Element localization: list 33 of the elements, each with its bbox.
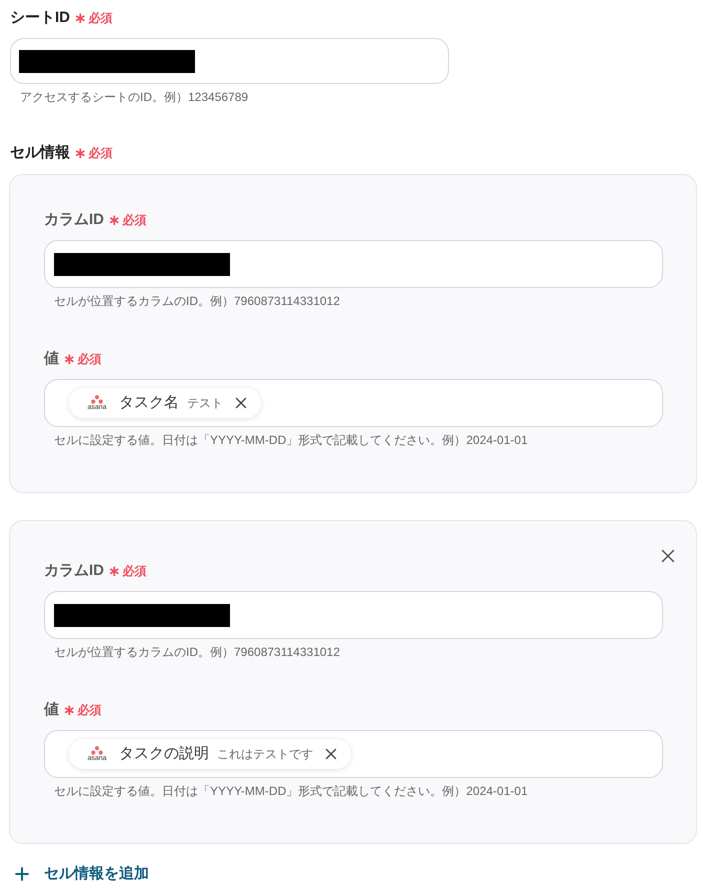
field-label: カラムID xyxy=(44,561,104,581)
required-label: 必須 xyxy=(122,212,147,229)
required-label: 必須 xyxy=(122,563,147,580)
input-field[interactable] xyxy=(44,240,663,288)
help-text: セルが位置するカラムのID。例）7960873114331012 xyxy=(53,293,341,309)
field-label: 値 xyxy=(44,700,59,720)
help-text: セルに設定する値。日付は「YYYY-MM-DD」形式で記載してください。例）2024-01-01 xyxy=(53,432,529,448)
help-text: セルが位置するカラムのID。例）7960873114331012 xyxy=(53,644,341,660)
required-asterisk: ∗ xyxy=(108,210,121,230)
field-label: 値 xyxy=(44,349,59,369)
input-field[interactable] xyxy=(10,38,449,84)
help-text: アクセスするシートのID。例）123456789 xyxy=(19,89,250,105)
required-asterisk: ∗ xyxy=(63,349,76,369)
field-label: カラムID xyxy=(44,210,104,230)
field-label: シートID xyxy=(10,8,70,28)
chip-sample: これはテストです xyxy=(217,746,313,763)
chip-label: タスクの説明 xyxy=(119,744,209,764)
required-asterisk: ∗ xyxy=(74,143,87,163)
required-asterisk: ∗ xyxy=(108,561,121,581)
required-label: 必須 xyxy=(88,10,113,27)
three-dots-icon xyxy=(91,746,103,754)
three-dots-icon xyxy=(91,394,103,404)
chip-label: タスク名 xyxy=(119,392,179,413)
field-label: セル情報 xyxy=(10,143,70,163)
required-asterisk: ∗ xyxy=(74,8,87,28)
required-label: 必須 xyxy=(88,145,113,162)
required-label: 必須 xyxy=(78,351,102,368)
input-field[interactable] xyxy=(44,591,663,639)
chip-sample: テスト xyxy=(187,395,223,412)
help-text: セルに設定する値。日付は「YYYY-MM-DD」形式で記載してください。例）2024-01-01 xyxy=(53,783,529,799)
add-cell-info-button[interactable]: セル情報を追加 xyxy=(12,863,149,885)
required-asterisk: ∗ xyxy=(63,700,76,720)
required-label: 必須 xyxy=(78,702,102,719)
